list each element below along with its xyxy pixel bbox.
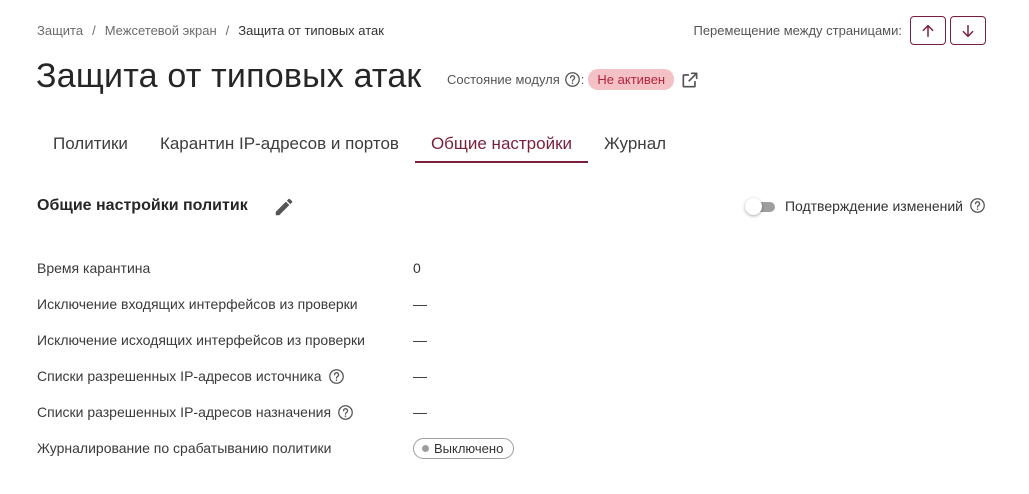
breadcrumb: Защита / Межсетевой экран / Защита от ти… [37, 23, 384, 38]
breadcrumb-item-protection[interactable]: Защита [37, 23, 83, 38]
setting-label: Списки разрешенных IP-адресов источника [37, 368, 413, 385]
breadcrumb-current: Защита от типовых атак [238, 23, 384, 38]
setting-label: Исключение входящих интерфейсов из прове… [37, 296, 413, 312]
toggle-knob [744, 197, 762, 215]
tab-quarantine[interactable]: Карантин IP-адресов и портов [144, 126, 415, 163]
setting-label: Исключение исходящих интерфейсов из пров… [37, 332, 413, 348]
section-title: Общие настройки политик [37, 197, 248, 214]
setting-row-incoming-interfaces: Исключение входящих интерфейсов из прове… [37, 286, 597, 322]
module-state-label: Состояние модуля [447, 72, 560, 87]
tab-bar: Политики Карантин IP-адресов и портов Об… [37, 126, 682, 163]
page-title: Защита от типовых атак [36, 57, 422, 95]
module-state: Состояние модуля : Не активен [447, 69, 700, 90]
setting-label: Списки разрешенных IP-адресов назначения [37, 404, 413, 421]
pencil-icon[interactable] [273, 196, 295, 218]
setting-row-quarantine-time: Время карантина 0 [37, 250, 597, 286]
confirm-changes-label: Подтверждение изменений [784, 197, 963, 214]
setting-label-text: Исключение входящих интерфейсов из прове… [37, 296, 358, 312]
setting-row-allowed-source-ips: Списки разрешенных IP-адресов источника … [37, 358, 597, 394]
help-icon[interactable] [564, 71, 581, 88]
status-text: Выключено [434, 440, 504, 456]
page-navigation-label: Перемещение между страницами: [693, 23, 902, 38]
page-navigation: Перемещение между страницами: [693, 16, 986, 45]
status-badge: Не активен [588, 69, 675, 90]
breadcrumb-item-firewall[interactable]: Межсетевой экран [105, 23, 217, 38]
help-icon[interactable] [969, 197, 986, 214]
setting-label-text: Списки разрешенных IP-адресов назначения [37, 404, 332, 420]
help-icon[interactable] [328, 368, 345, 385]
confirm-changes-toggle[interactable] [744, 197, 775, 215]
setting-value: — [413, 368, 427, 384]
arrow-up-icon [922, 24, 934, 37]
next-page-button[interactable] [950, 16, 986, 45]
setting-row-outgoing-interfaces: Исключение исходящих интерфейсов из пров… [37, 322, 597, 358]
setting-label-text: Исключение исходящих интерфейсов из пров… [37, 332, 365, 348]
setting-value: — [413, 296, 427, 312]
setting-row-policy-logging: Журналирование по срабатыванию политики … [37, 430, 597, 466]
tab-journal[interactable]: Журнал [588, 126, 682, 163]
setting-value: 0 [413, 260, 421, 276]
setting-label-text: Списки разрешенных IP-адресов источника [37, 368, 322, 384]
setting-value: — [413, 332, 427, 348]
setting-label: Время карантина [37, 260, 413, 276]
tab-general-settings[interactable]: Общие настройки [414, 126, 589, 163]
confirm-changes: Подтверждение изменений [744, 197, 986, 215]
status-badge: Выключено [413, 437, 515, 459]
setting-label-text: Журналирование по срабатыванию политики [37, 440, 332, 456]
open-external-icon[interactable] [680, 70, 700, 90]
help-icon[interactable] [337, 404, 354, 421]
tab-policies[interactable]: Политики [37, 126, 144, 163]
arrow-down-icon [962, 24, 974, 37]
module-state-colon: : [580, 72, 585, 87]
breadcrumb-separator: / [225, 23, 230, 38]
settings-list: Время карантина 0 Исключение входящих ин… [37, 250, 597, 466]
breadcrumb-separator: / [92, 23, 96, 38]
setting-row-allowed-destination-ips: Списки разрешенных IP-адресов назначения… [37, 394, 597, 430]
setting-label-text: Время карантина [37, 260, 151, 276]
status-dot [422, 444, 429, 452]
setting-value: — [413, 404, 427, 420]
setting-label: Журналирование по срабатыванию политики [37, 440, 413, 456]
previous-page-button[interactable] [910, 16, 946, 45]
